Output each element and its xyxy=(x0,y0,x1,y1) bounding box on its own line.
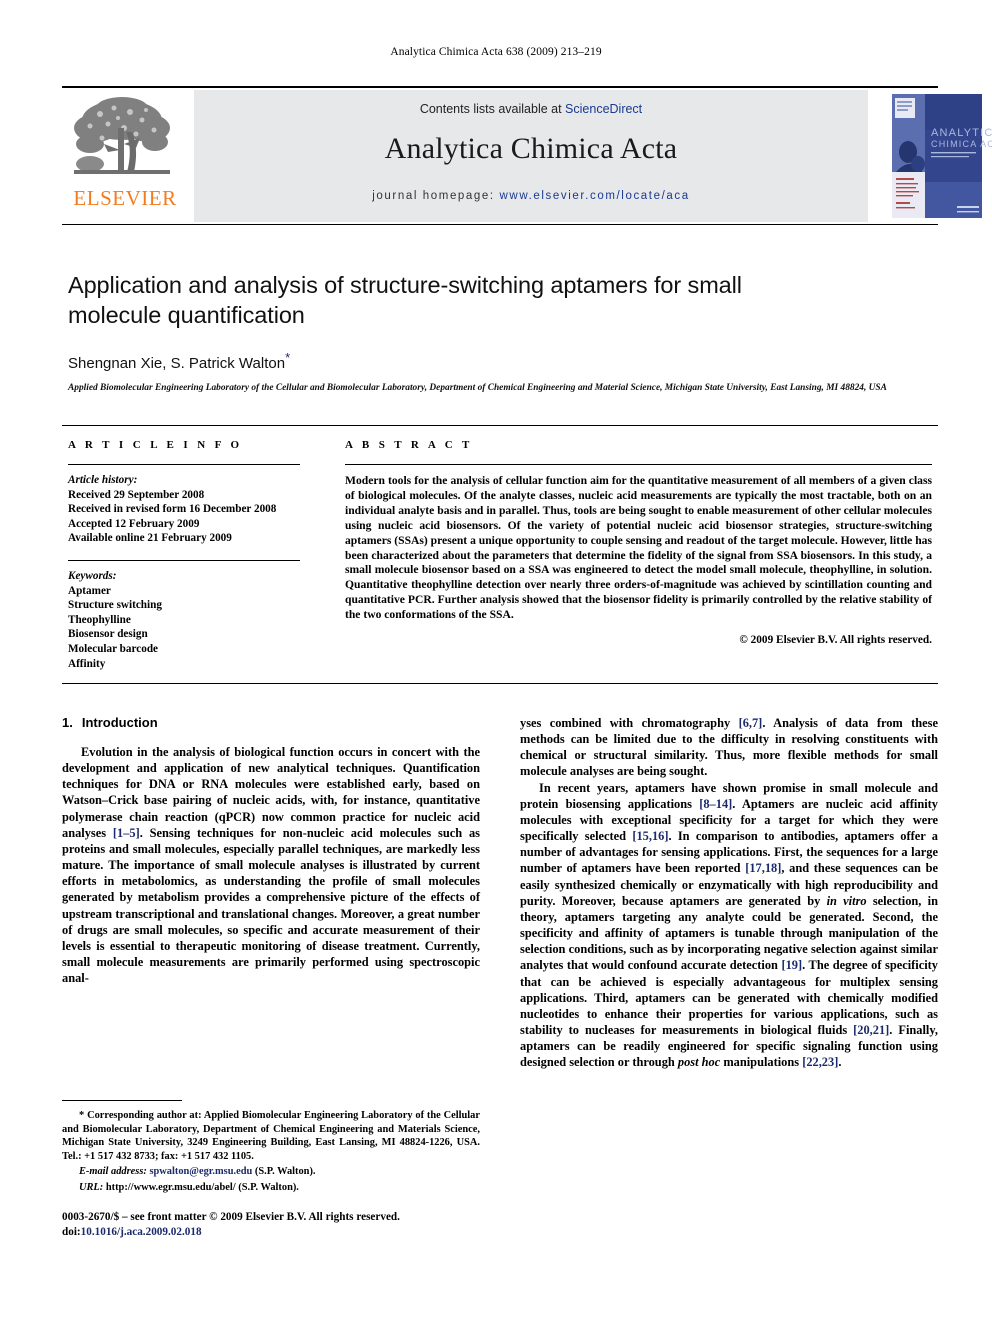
doi-label: doi: xyxy=(62,1226,81,1238)
keyword-item: Structure switching xyxy=(68,599,162,612)
footnote-corresponding: * Corresponding author at: Applied Biomo… xyxy=(62,1109,480,1163)
abstract-rule xyxy=(345,464,932,465)
citation-ref[interactable]: [15,16] xyxy=(632,829,668,843)
citation-ref[interactable]: [22,23] xyxy=(802,1055,838,1069)
elsevier-logo: ELSEVIER xyxy=(62,90,188,222)
svg-text:ANALYTICA: ANALYTICA xyxy=(931,127,992,139)
footnote-corresponding-text: Corresponding author at: Applied Biomole… xyxy=(62,1110,480,1162)
author-names: Shengnan Xie, S. Patrick Walton xyxy=(68,355,286,372)
title-block: Application and analysis of structure-sw… xyxy=(68,270,887,396)
article-history-label: Article history: xyxy=(68,474,138,486)
keywords-list: Keywords: Aptamer Structure switching Th… xyxy=(68,569,300,671)
citation-ref[interactable]: [19] xyxy=(781,958,802,972)
article-history: Article history: Received 29 September 2… xyxy=(68,473,300,546)
citation-ref[interactable]: [8–14] xyxy=(699,797,732,811)
section-title: Introduction xyxy=(81,715,158,730)
elsevier-tree-icon xyxy=(74,97,170,174)
keyword-item: Molecular barcode xyxy=(68,642,159,655)
corresponding-author-footnote: * Corresponding author at: Applied Biomo… xyxy=(62,1100,480,1194)
elsevier-wordmark: ELSEVIER xyxy=(73,186,177,210)
intro-paragraph-right-1: yses combined with chromatography [6,7].… xyxy=(520,715,938,780)
citation-ref[interactable]: [6,7] xyxy=(739,716,763,730)
email-link[interactable]: spwalton@egr.msu.edu xyxy=(149,1166,252,1177)
history-item: Available online 21 February 2009 xyxy=(68,532,232,545)
p2-h: manipulations xyxy=(720,1055,803,1070)
abstract-column: A B S T R A C T Modern tools for the ana… xyxy=(345,439,932,646)
url-value[interactable]: http://www.egr.msu.edu/abel/ xyxy=(106,1182,236,1193)
cover-art: ANALYTICA CHIMICA ACTA xyxy=(890,92,992,220)
contents-prefix: Contents lists available at xyxy=(419,102,566,116)
svg-text:CHIMICA ACTA: CHIMICA ACTA xyxy=(931,139,992,149)
email-suffix: (S.P. Walton). xyxy=(254,1166,316,1177)
footnote-rule xyxy=(62,1100,182,1101)
author-list: Shengnan Xie, S. Patrick Walton* xyxy=(68,350,768,372)
footnote-url-line: URL: http://www.egr.msu.edu/abel/ (S.P. … xyxy=(62,1181,480,1195)
article-info-heading: A R T I C L E I N F O xyxy=(68,439,243,451)
footnote-email-line: E-mail address: spwalton@egr.msu.edu (S.… xyxy=(62,1165,480,1179)
journal-masthead: ELSEVIER Contents lists available at Sci… xyxy=(62,86,992,226)
intro-right-text-a: yses combined with chromatography xyxy=(520,716,739,730)
abstract-text: Modern tools for the analysis of cellula… xyxy=(345,474,932,622)
affiliation: Applied Biomolecular Engineering Laborat… xyxy=(68,383,887,393)
info-abstract-section: A R T I C L E I N F O Article history: R… xyxy=(62,425,938,685)
citation-ref[interactable]: [17,18] xyxy=(745,861,781,875)
abstract-copyright: © 2009 Elsevier B.V. All rights reserved… xyxy=(739,634,932,647)
sciencedirect-link[interactable]: ScienceDirect xyxy=(565,102,642,116)
homepage-label: journal homepage: xyxy=(372,190,495,202)
issn-line: 0003-2670/$ – see front matter © 2009 El… xyxy=(62,1211,400,1223)
paper-page: Analytica Chimica Acta 638 (2009) 213–21… xyxy=(0,0,992,1323)
section-heading-introduction: 1. Introduction xyxy=(62,715,480,730)
italic-post-hoc: post hoc xyxy=(677,1055,721,1070)
masthead-bottom-rule xyxy=(62,224,938,225)
keyword-item: Affinity xyxy=(68,657,106,670)
keywords-rule xyxy=(68,559,300,561)
contents-available-line: Contents lists available at ScienceDirec… xyxy=(194,102,868,116)
footnote-star: * xyxy=(79,1110,85,1121)
article-info-rule xyxy=(68,464,300,465)
journal-homepage-line: journal homepage: www.elsevier.com/locat… xyxy=(194,190,868,202)
right-column: yses combined with chromatography [6,7].… xyxy=(520,715,938,1070)
left-column: 1. Introduction Evolution in the analysis… xyxy=(62,715,480,986)
corresponding-author-marker: * xyxy=(285,350,291,365)
article-info-column: A R T I C L E I N F O Article history: R… xyxy=(68,439,300,671)
abstract-heading: A B S T R A C T xyxy=(345,439,473,451)
running-head: Analytica Chimica Acta 638 (2009) 213–21… xyxy=(390,46,602,58)
imprint-block: 0003-2670/$ – see front matter © 2009 El… xyxy=(62,1210,562,1240)
email-label: E-mail address: xyxy=(79,1166,147,1177)
doi-line: doi:10.1016/j.aca.2009.02.018 xyxy=(62,1225,562,1240)
infoabs-bottom-rule xyxy=(62,683,938,684)
homepage-url-link[interactable]: www.elsevier.com/locate/aca xyxy=(500,190,690,202)
journal-cover-thumbnail: ANALYTICA CHIMICA ACTA xyxy=(874,90,992,222)
history-item: Received 29 September 2008 xyxy=(68,488,205,501)
masthead-top-rule xyxy=(62,86,938,88)
intro-paragraph-right-2: In recent years, aptamers have shown pro… xyxy=(520,780,938,1071)
keyword-item: Biosensor design xyxy=(68,628,148,641)
doi-link[interactable]: 10.1016/j.aca.2009.02.018 xyxy=(81,1226,202,1238)
citation-ref[interactable]: [1–5] xyxy=(113,826,140,840)
history-item: Received in revised form 16 December 200… xyxy=(68,503,277,516)
journal-band: Contents lists available at ScienceDirec… xyxy=(194,90,868,222)
journal-title: Analytica Chimica Acta xyxy=(384,132,678,165)
url-suffix: (S.P. Walton). xyxy=(238,1181,299,1193)
history-item: Accepted 12 February 2009 xyxy=(68,517,200,530)
keywords-label: Keywords: xyxy=(68,569,117,582)
p2-i: . xyxy=(838,1055,842,1070)
citation-ref[interactable]: [20,21] xyxy=(853,1023,889,1037)
page-title: Application and analysis of structure-sw… xyxy=(68,272,742,328)
intro-left-text-b: . Sensing techniques for non-nucleic aci… xyxy=(62,825,480,986)
italic-in-vitro: in vitro xyxy=(826,893,867,908)
infoabs-top-rule xyxy=(62,425,938,426)
url-label: URL: xyxy=(79,1181,104,1193)
keyword-item: Theophylline xyxy=(68,613,131,626)
keyword-item: Aptamer xyxy=(68,584,111,597)
section-number: 1. xyxy=(62,715,73,730)
intro-paragraph-left: Evolution in the analysis of biological … xyxy=(62,744,480,986)
